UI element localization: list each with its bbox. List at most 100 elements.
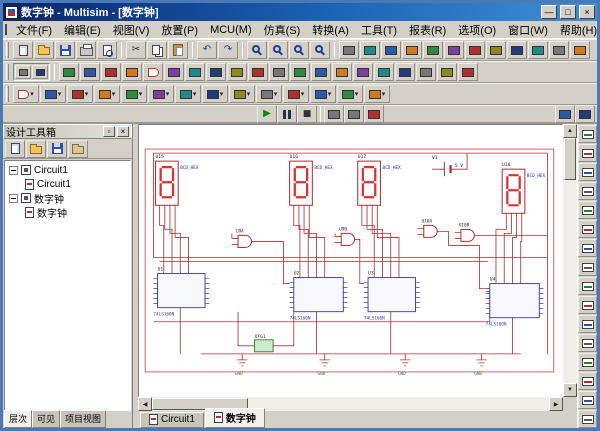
database-manager-button[interactable] [381,41,401,59]
toolbar-grip[interactable] [6,86,9,102]
3d-family-button[interactable]: ▾ [256,85,282,103]
menu-help[interactable]: 帮助(H) [554,21,600,39]
measurement-family-button[interactable]: ▾ [121,85,147,103]
menu-view[interactable]: 视图(V) [107,21,156,39]
tree-node-clock-root[interactable]: 数字钟 [5,191,130,205]
edit-symbol-button[interactable] [570,41,590,59]
place-source-button[interactable] [59,63,79,81]
place-transistor-button[interactable] [122,63,142,81]
new-button[interactable] [13,41,33,59]
multimeter-button[interactable] [578,125,597,143]
oscilloscope-button[interactable] [578,182,597,200]
scroll-right-button[interactable]: ▶ [549,397,563,411]
place-rf-button[interactable] [332,63,352,81]
network-analyzer-button[interactable] [578,372,597,390]
vertical-scroll-thumb[interactable] [564,138,576,180]
place-power-button[interactable] [269,63,289,81]
paste-button[interactable] [168,41,188,59]
back-annotate-button[interactable] [507,41,527,59]
save-button[interactable] [55,41,75,59]
zoom-in-button[interactable] [247,41,267,59]
horizontal-scroll-track[interactable] [248,397,549,411]
vertical-scroll-track[interactable] [563,180,577,383]
sheet-selector-button[interactable] [575,105,595,123]
iv-analyzer-button[interactable] [578,315,597,333]
breadboard-view-button[interactable] [486,41,506,59]
place-hierarchical-block-button[interactable] [437,63,457,81]
place-indicator-button[interactable] [248,63,268,81]
redo-button[interactable]: ↷ [218,41,238,59]
zoom-out-button[interactable] [268,41,288,59]
maximize-button[interactable]: □ [560,5,576,19]
place-electromechanical-button[interactable] [353,63,373,81]
zoom-selector-button[interactable] [555,105,575,123]
basic-family-button[interactable]: ▾ [40,85,66,103]
bode-plotter-button[interactable] [578,220,597,238]
cut-button[interactable]: ✂ [126,41,146,59]
toolbar-grip[interactable] [6,64,9,80]
led-family-button[interactable]: ▾ [337,85,363,103]
counter-ics[interactable]: U1 U2 U3 U4 74LS160N 74LS160N 74LS160N 7… [153,267,543,328]
save-project-button[interactable] [47,140,67,158]
print-button[interactable] [76,41,96,59]
toggle-spreadsheet-button[interactable] [360,41,380,59]
measurement-probe-button[interactable] [578,391,597,409]
close-project-button[interactable] [68,140,88,158]
tab-visibility[interactable]: 可见 [32,410,60,428]
sheet-tab-clock[interactable]: 数字钟 [205,408,265,428]
collapse-icon[interactable] [9,166,18,175]
tree-node-circuit1-root[interactable]: Circuit1 [5,163,130,177]
menu-edit[interactable]: 编辑(E) [58,21,107,39]
toolbar-grip[interactable] [6,42,9,58]
postprocessor-button[interactable] [444,41,464,59]
misc-family-button[interactable]: ▾ [148,85,174,103]
distortion-analyzer-button[interactable] [578,334,597,352]
show-grid-toggle[interactable] [15,65,31,79]
power-source-family-button[interactable]: ▾ [175,85,201,103]
analog-family-button[interactable]: ▾ [13,85,39,103]
place-cmos-button[interactable] [185,63,205,81]
diode-family-button[interactable]: ▾ [67,85,93,103]
sheet-tab-circuit1[interactable]: Circuit1 [140,412,204,428]
tab-project-view[interactable]: 项目视图 [60,410,106,428]
probe-family-button[interactable]: ▾ [283,85,309,103]
schematic-canvas[interactable]: V1 5 V U15 [138,124,563,397]
rated-family-button[interactable]: ▾ [202,85,228,103]
place-mcu-button[interactable] [416,63,436,81]
horizontal-scrollbar[interactable]: ◀ ▶ [138,397,563,411]
scroll-down-button[interactable]: ▼ [563,383,577,397]
place-connector-button[interactable] [395,63,415,81]
panel-pin-button[interactable]: ▫ [103,126,115,137]
breakpoint-button[interactable] [364,105,384,123]
switch-family-button[interactable]: ▾ [364,85,390,103]
tab-hierarchy[interactable]: 层次 [4,410,32,428]
minimize-button[interactable]: — [541,5,557,19]
copy-button[interactable] [147,41,167,59]
zoom-fit-button[interactable] [310,41,330,59]
signal-source-family-button[interactable]: ▾ [229,85,255,103]
logic-analyzer-button[interactable] [578,296,597,314]
component-wizard-button[interactable] [402,41,422,59]
show-border-toggle[interactable] [32,65,48,79]
logic-converter-button[interactable] [578,277,597,295]
place-advanced-peripherals-button[interactable] [311,63,331,81]
scroll-left-button[interactable]: ◀ [138,397,152,411]
stop-button[interactable]: ■ [297,105,317,123]
scroll-up-button[interactable]: ▲ [563,124,577,138]
open-project-button[interactable] [26,140,46,158]
menu-window[interactable]: 窗口(W) [502,21,554,39]
function-generator-symbol[interactable]: XFG1 [255,334,274,352]
menu-tools[interactable]: 工具(T) [355,21,403,39]
undo-button[interactable]: ↶ [197,41,217,59]
forward-annotate-button[interactable] [528,41,548,59]
power-source[interactable]: V1 5 V [432,155,463,176]
close-button[interactable]: × [579,5,595,19]
menu-reports[interactable]: 报表(R) [403,21,452,39]
wattmeter-button[interactable] [578,163,597,181]
run-button[interactable]: ▶ [257,105,277,123]
place-analog-button[interactable] [143,63,163,81]
logic-gates[interactable]: U9A U9B U10A U10B [236,218,474,247]
keypad-family-button[interactable]: ▾ [310,85,336,103]
place-bus-button[interactable] [458,63,478,81]
open-button[interactable] [34,41,54,59]
